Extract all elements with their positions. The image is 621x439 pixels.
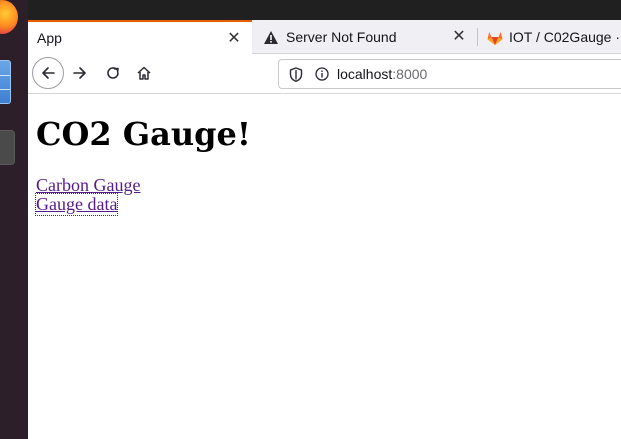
forward-button[interactable]	[65, 58, 95, 88]
ubuntu-dock	[0, 0, 28, 439]
arrow-left-icon	[42, 67, 55, 79]
home-button[interactable]	[129, 58, 159, 88]
firefox-dock-icon[interactable]	[0, 0, 18, 34]
reload-button[interactable]	[98, 58, 128, 88]
close-icon[interactable]: ✕	[451, 28, 467, 45]
tab-title: IOT / C02Gauge ·	[509, 29, 621, 45]
shield-icon[interactable]	[289, 66, 303, 82]
info-icon[interactable]	[315, 67, 329, 81]
tab-app[interactable]: App ✕	[28, 20, 252, 54]
reload-icon	[107, 67, 119, 79]
warning-icon	[264, 30, 278, 44]
carbon-gauge-link[interactable]: Carbon Gauge	[36, 175, 140, 196]
close-icon[interactable]: ✕	[226, 30, 242, 47]
back-button[interactable]	[32, 57, 64, 89]
url-host: localhost	[337, 66, 393, 82]
window-top-strip	[28, 0, 621, 20]
tab-gitlab[interactable]: IOT / C02Gauge ·	[478, 20, 621, 54]
files-dock-icon[interactable]	[0, 60, 11, 104]
navigation-toolbar: localhost:8000	[28, 54, 621, 94]
gitlab-icon	[487, 31, 503, 45]
url-bar[interactable]: localhost:8000	[278, 59, 621, 89]
tab-server-not-found[interactable]: Server Not Found ✕	[252, 20, 477, 54]
tab-bar: App ✕ Server Not Found ✕ IOT / C02Gauge …	[28, 20, 621, 54]
software-dock-icon[interactable]	[0, 130, 15, 165]
url-text[interactable]: localhost:8000	[337, 66, 427, 82]
page-content: CO2 Gauge! Carbon Gauge Gauge data	[28, 95, 621, 439]
home-icon	[137, 66, 151, 80]
page-title: CO2 Gauge!	[36, 115, 251, 153]
tab-title: Server Not Found	[286, 29, 397, 45]
url-port: :8000	[392, 66, 428, 82]
arrow-right-icon	[73, 67, 86, 79]
gauge-data-link[interactable]: Gauge data	[34, 193, 119, 216]
tab-title: App	[37, 30, 62, 46]
